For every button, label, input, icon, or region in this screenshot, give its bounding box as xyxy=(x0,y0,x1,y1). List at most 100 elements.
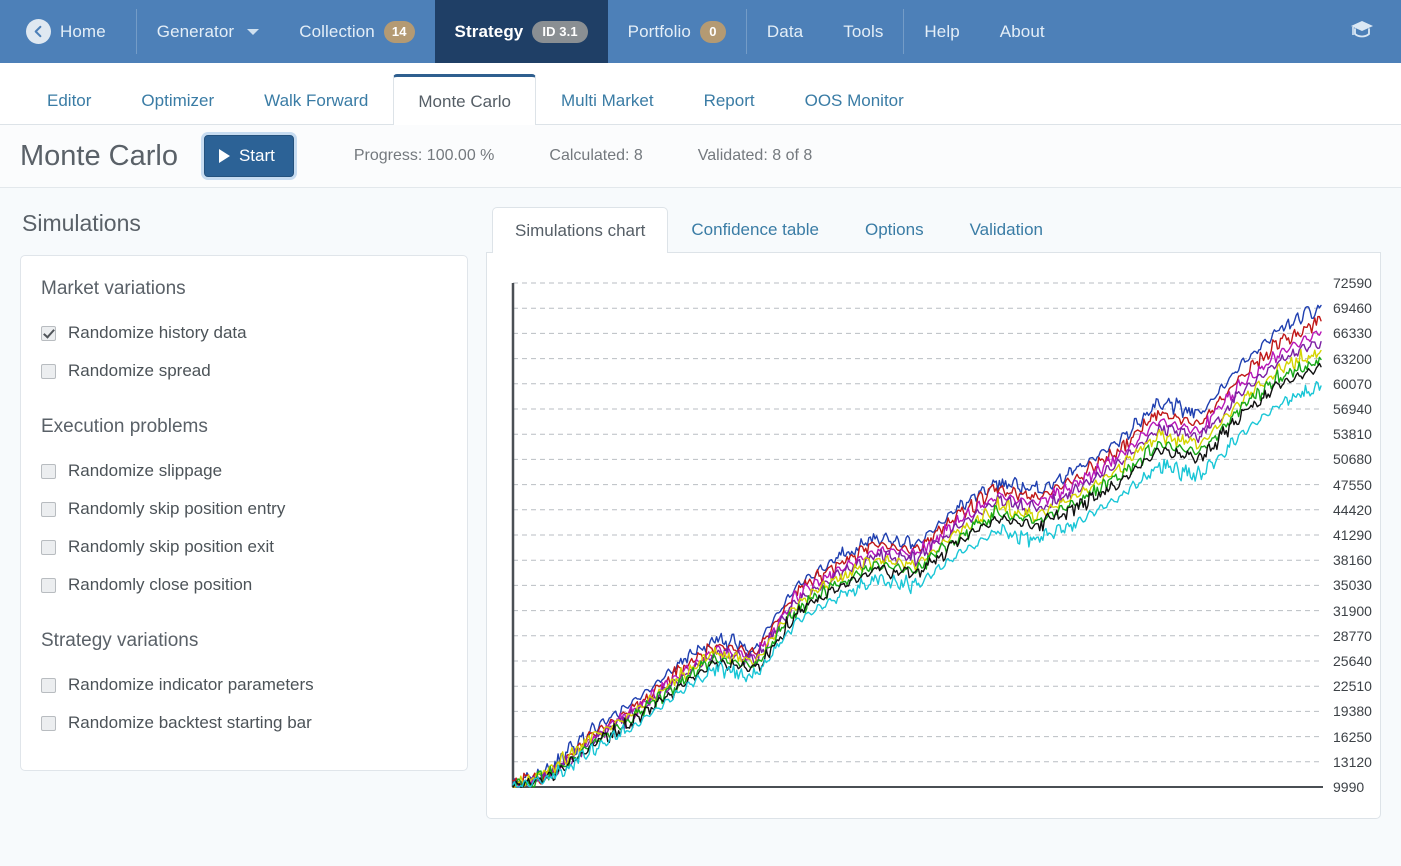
y-axis-tick-label: 19380 xyxy=(1333,703,1372,720)
simulations-chart[interactable]: 72590 69460 66330 63200 60070 56940 53810 50680… xyxy=(511,275,1381,795)
nav-item-home-label: Home xyxy=(60,21,106,41)
subtab-oos-monitor[interactable]: OOS Monitor xyxy=(780,75,929,124)
y-axis-tick-label: 44420 xyxy=(1333,501,1372,518)
simulations-title: Simulations xyxy=(22,210,141,236)
navbar-right-group xyxy=(1349,0,1401,63)
nav-item-portfolio[interactable]: Portfolio 0 xyxy=(608,0,746,63)
chart-tab-options[interactable]: Options xyxy=(842,206,947,252)
nav-item-generator[interactable]: Generator xyxy=(137,0,279,63)
nav-item-generator-label: Generator xyxy=(156,21,235,41)
chart-column: Simulations chart Confidence table Options… xyxy=(468,188,1381,819)
validated-status: Validated: 8 of 8 xyxy=(697,147,813,164)
start-button[interactable]: Start xyxy=(203,135,294,177)
option-row-randomly-skip-position-entry[interactable]: Randomly skip position entry xyxy=(41,490,447,528)
checkbox-label: Randomly skip position entry xyxy=(68,499,286,518)
strategy-subtab-bar: Editor Optimizer Walk Forward Monte Carlo Mu… xyxy=(0,63,1401,125)
option-row-randomize-spread[interactable]: Randomize spread xyxy=(41,352,447,390)
play-icon xyxy=(218,149,230,163)
checkbox-label: Randomize spread xyxy=(68,361,211,380)
option-row-randomize-backtest-starting-bar[interactable]: Randomize backtest starting bar xyxy=(41,704,447,742)
y-axis-tick-label: 31900 xyxy=(1333,602,1372,619)
y-axis-tick-label: 47550 xyxy=(1333,476,1372,493)
checkbox-randomly-close-position[interactable] xyxy=(41,577,56,593)
chevron-down-icon[interactable] xyxy=(247,28,260,35)
subtab-walk-forward[interactable]: Walk Forward xyxy=(239,75,393,124)
simulations-sidebar: Simulations Market variations Randomize h… xyxy=(20,188,468,819)
subtab-monte-carlo[interactable]: Monte Carlo xyxy=(393,74,536,125)
checkbox-randomize-spread[interactable] xyxy=(41,363,56,379)
checkbox-label: Randomly skip position exit xyxy=(68,537,274,556)
checkbox-randomize-slippage[interactable] xyxy=(41,463,56,479)
y-axis-tick-label: 35030 xyxy=(1333,577,1372,594)
subtab-optimizer[interactable]: Optimizer xyxy=(116,75,239,124)
nav-item-home[interactable]: Home xyxy=(0,0,136,63)
nav-item-tools-label: Tools xyxy=(843,21,884,41)
nav-item-data[interactable]: Data xyxy=(747,0,823,63)
start-button-label: Start xyxy=(238,146,275,165)
simulations-chart-card: 72590 69460 66330 63200 60070 56940 53810 50680… xyxy=(486,253,1381,819)
chart-canvas xyxy=(511,282,1323,788)
graduation-cap-icon[interactable] xyxy=(1349,18,1375,45)
checkbox-randomize-indicator-parameters[interactable] xyxy=(41,677,56,693)
nav-item-data-label: Data xyxy=(766,21,804,41)
option-row-randomize-history-data[interactable]: Randomize history data xyxy=(41,314,447,352)
strategy-id-badge: ID 3.1 xyxy=(532,20,588,43)
portfolio-count-badge: 0 xyxy=(699,20,726,43)
y-axis-tick-label: 63200 xyxy=(1333,350,1372,367)
subtab-editor[interactable]: Editor xyxy=(22,75,116,124)
option-group-title-market-variations: Market variations xyxy=(41,278,186,299)
nav-item-portfolio-label: Portfolio xyxy=(627,21,691,41)
y-axis-tick-label: 41290 xyxy=(1333,527,1372,543)
option-row-randomize-slippage[interactable]: Randomize slippage xyxy=(41,452,447,490)
progress-status: Progress: 100.00 % xyxy=(353,147,495,164)
y-axis-tick-label: 13120 xyxy=(1333,753,1372,770)
chart-tab-validation[interactable]: Validation xyxy=(947,206,1066,252)
nav-item-collection[interactable]: Collection 14 xyxy=(279,0,434,63)
y-axis-tick-label: 38160 xyxy=(1333,552,1372,569)
y-axis-tick-label: 60070 xyxy=(1333,375,1372,392)
y-axis-tick-label: 25640 xyxy=(1333,653,1372,669)
top-navbar: Home Generator Collection 14 Strategy ID… xyxy=(0,0,1401,63)
y-axis-tick-label: 69460 xyxy=(1333,300,1372,317)
nav-item-about[interactable]: About xyxy=(980,0,1065,63)
chart-tab-confidence-table[interactable]: Confidence table xyxy=(668,206,842,252)
nav-item-strategy[interactable]: Strategy ID 3.1 xyxy=(434,0,608,63)
checkbox-label: Randomize slippage xyxy=(68,461,223,480)
main-content: Simulations Market variations Randomize h… xyxy=(0,188,1401,819)
y-axis-tick-label: 56940 xyxy=(1333,401,1372,417)
chart-tab-simulations-chart[interactable]: Simulations chart xyxy=(492,207,669,253)
option-group-title-strategy-variations: Strategy variations xyxy=(41,630,199,651)
back-arrow-icon[interactable] xyxy=(26,19,51,44)
option-row-randomize-indicator-parameters[interactable]: Randomize indicator parameters xyxy=(41,666,447,704)
nav-item-collection-label: Collection xyxy=(299,21,375,41)
option-row-randomly-close-position[interactable]: Randomly close position xyxy=(41,566,447,604)
y-axis-tick-label: 16250 xyxy=(1333,728,1372,745)
subtab-multi-market[interactable]: Multi Market xyxy=(536,75,679,124)
checkbox-label: Randomize indicator parameters xyxy=(68,675,314,694)
navbar-left-group: Home Generator Collection 14 Strategy ID… xyxy=(0,0,1065,63)
option-row-randomly-skip-position-exit[interactable]: Randomly skip position exit xyxy=(41,528,447,566)
nav-item-help[interactable]: Help xyxy=(904,0,979,63)
chart-tab-bar: Simulations chart Confidence table Options… xyxy=(486,206,1381,253)
y-axis-tick-label: 66330 xyxy=(1333,325,1372,342)
checkbox-randomly-skip-position-entry[interactable] xyxy=(41,501,56,517)
checkbox-randomize-history-data[interactable] xyxy=(41,325,56,341)
nav-item-help-label: Help xyxy=(924,21,960,41)
y-axis-tick-label: 22510 xyxy=(1333,678,1372,695)
checkbox-randomize-backtest-starting-bar[interactable] xyxy=(41,715,56,731)
page-header: Monte Carlo Start Progress: 100.00 % Cal… xyxy=(0,125,1401,188)
checkbox-randomly-skip-position-exit[interactable] xyxy=(41,539,56,555)
chart-y-axis-labels: 72590 69460 66330 63200 60070 56940 53810 50680… xyxy=(1333,275,1401,795)
nav-item-tools[interactable]: Tools xyxy=(823,0,903,63)
calculated-status: Calculated: 8 xyxy=(549,147,643,164)
option-group-title-execution-problems: Execution problems xyxy=(41,416,208,437)
collection-count-badge: 14 xyxy=(383,20,415,43)
subtab-report[interactable]: Report xyxy=(679,75,780,124)
checkbox-label: Randomize history data xyxy=(68,323,247,342)
checkbox-label: Randomize backtest starting bar xyxy=(68,713,312,732)
nav-item-about-label: About xyxy=(999,21,1045,41)
y-axis-tick-label: 9990 xyxy=(1333,779,1365,795)
y-axis-tick-label: 50680 xyxy=(1333,451,1372,468)
